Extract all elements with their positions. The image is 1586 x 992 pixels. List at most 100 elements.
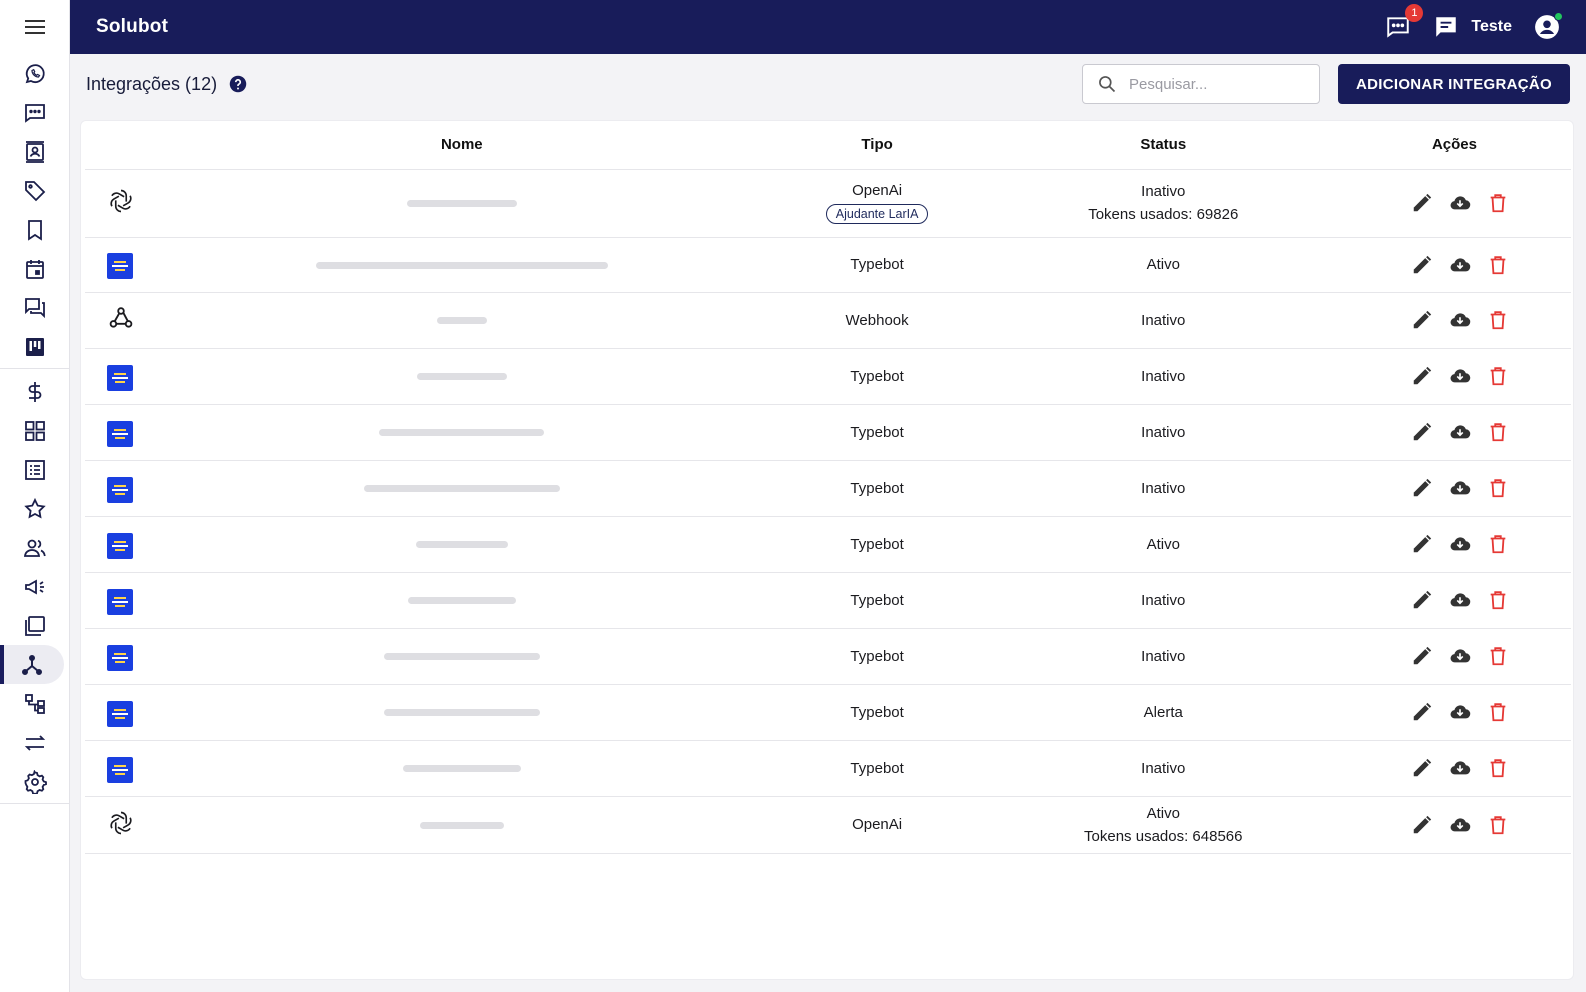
- edit-button[interactable]: [1411, 814, 1433, 836]
- table-row[interactable]: OpenAi Ativo Tokens usados: 648566: [85, 796, 1571, 854]
- sidebar-item-settings[interactable]: [0, 762, 69, 801]
- edit-button[interactable]: [1411, 365, 1433, 387]
- sidebar-item-lists[interactable]: [0, 450, 69, 489]
- edit-button[interactable]: [1411, 192, 1433, 214]
- user-name[interactable]: Teste: [1471, 18, 1512, 36]
- edit-button[interactable]: [1411, 533, 1433, 555]
- integration-type: Typebot: [850, 479, 904, 497]
- assistant-tag: Ajudante LarIA: [825, 204, 929, 224]
- menu-toggle[interactable]: [0, 0, 69, 54]
- delete-button[interactable]: [1487, 254, 1509, 276]
- sidebar-item-campaigns[interactable]: [0, 567, 69, 606]
- list-icon: [24, 459, 45, 480]
- delete-button[interactable]: [1487, 533, 1509, 555]
- sidebar-item-kanban[interactable]: [0, 327, 69, 366]
- sidebar-item-integrations[interactable]: [0, 645, 64, 684]
- edit-button[interactable]: [1411, 701, 1433, 723]
- edit-pencil-icon: [1414, 534, 1432, 553]
- integration-type-cell: OpenAi Ajudante LarIA: [765, 169, 989, 238]
- sidebar-item-dashboard[interactable]: [0, 411, 69, 450]
- sidebar-item-bookmarks[interactable]: [0, 210, 69, 249]
- sidebar-item-financial[interactable]: [0, 372, 69, 411]
- integration-status-cell: Inativo: [988, 348, 1338, 405]
- integration-type: Typebot: [850, 256, 904, 273]
- edit-pencil-icon: [1414, 478, 1432, 497]
- export-button[interactable]: [1449, 309, 1471, 331]
- export-button[interactable]: [1449, 701, 1471, 723]
- export-button[interactable]: [1449, 533, 1471, 555]
- delete-button[interactable]: [1487, 309, 1509, 331]
- help-icon[interactable]: [229, 75, 247, 93]
- sidebar-item-files[interactable]: [0, 606, 69, 645]
- delete-button[interactable]: [1487, 645, 1509, 667]
- add-integration-button[interactable]: ADICIONAR INTEGRAÇÃO: [1338, 64, 1570, 104]
- delete-button[interactable]: [1487, 365, 1509, 387]
- table-row[interactable]: Typebot Alerta: [85, 684, 1571, 741]
- sidebar-item-conversations[interactable]: [0, 288, 69, 327]
- delete-button[interactable]: [1487, 701, 1509, 723]
- edit-button[interactable]: [1411, 477, 1433, 499]
- delete-button[interactable]: [1487, 814, 1509, 836]
- users-icon: [23, 539, 46, 557]
- edit-button[interactable]: [1411, 309, 1433, 331]
- delete-button[interactable]: [1487, 192, 1509, 214]
- delete-button[interactable]: [1487, 757, 1509, 779]
- sidebar-item-calendar[interactable]: [0, 249, 69, 288]
- table-row[interactable]: Webhook Inativo: [85, 292, 1571, 349]
- sidebar-item-flows[interactable]: [0, 684, 69, 723]
- integration-icon-cell: [85, 460, 158, 517]
- table-row[interactable]: Typebot Inativo: [85, 572, 1571, 629]
- delete-button[interactable]: [1487, 477, 1509, 499]
- sidebar-item-contacts[interactable]: [0, 132, 69, 171]
- export-button[interactable]: [1449, 421, 1471, 443]
- table-row[interactable]: Typebot Inativo: [85, 628, 1571, 685]
- export-button[interactable]: [1449, 645, 1471, 667]
- sidebar-item-tags[interactable]: [0, 171, 69, 210]
- table-row[interactable]: Typebot Inativo: [85, 460, 1571, 517]
- sidebar-item-messages[interactable]: [0, 93, 69, 132]
- delete-button[interactable]: [1487, 589, 1509, 611]
- delete-button[interactable]: [1487, 421, 1509, 443]
- table-row[interactable]: Typebot Inativo: [85, 404, 1571, 461]
- edit-button[interactable]: [1411, 589, 1433, 611]
- avatar[interactable]: [1534, 12, 1563, 40]
- header-tipo[interactable]: Tipo: [765, 121, 989, 170]
- edit-button[interactable]: [1411, 254, 1433, 276]
- messages-button[interactable]: [1433, 14, 1459, 40]
- table-row[interactable]: Typebot Inativo: [85, 740, 1571, 797]
- redacted-name: [379, 429, 545, 437]
- export-button[interactable]: [1449, 589, 1471, 611]
- export-button[interactable]: [1449, 254, 1471, 276]
- actions-cell: [1337, 169, 1571, 238]
- export-button[interactable]: [1449, 814, 1471, 836]
- export-button[interactable]: [1449, 192, 1471, 214]
- header-nome[interactable]: Nome: [157, 121, 766, 170]
- table-row[interactable]: OpenAi Ajudante LarIA Inativo Tokens usados…: [85, 169, 1571, 238]
- notification-badge: 1: [1405, 4, 1424, 22]
- integration-type: Typebot: [850, 647, 904, 665]
- sidebar-item-favorites[interactable]: [0, 489, 69, 528]
- table-row[interactable]: Typebot Ativo: [85, 516, 1571, 573]
- sidebar-item-transfers[interactable]: [0, 723, 69, 762]
- actions-cell: [1337, 237, 1571, 293]
- actions-cell: [1337, 628, 1571, 685]
- typebot-icon: [107, 253, 133, 279]
- export-button[interactable]: [1449, 757, 1471, 779]
- edit-button[interactable]: [1411, 645, 1433, 667]
- header-status[interactable]: Status: [988, 121, 1338, 170]
- edit-button[interactable]: [1411, 757, 1433, 779]
- export-button[interactable]: [1449, 477, 1471, 499]
- redacted-name: [315, 261, 608, 269]
- integration-icon-cell: [85, 740, 158, 797]
- sidebar-item-whatsapp[interactable]: [0, 54, 69, 93]
- integration-icon-cell: [85, 796, 158, 854]
- table-row[interactable]: Typebot Ativo: [85, 237, 1571, 293]
- sidebar-item-users[interactable]: [0, 528, 69, 567]
- edit-button[interactable]: [1411, 421, 1433, 443]
- redacted-name: [416, 373, 507, 381]
- integration-name-cell: [157, 237, 766, 293]
- table-row[interactable]: Typebot Inativo: [85, 348, 1571, 405]
- notifications-button[interactable]: 1: [1385, 4, 1424, 40]
- search-input[interactable]: [1129, 75, 1289, 93]
- export-button[interactable]: [1449, 365, 1471, 387]
